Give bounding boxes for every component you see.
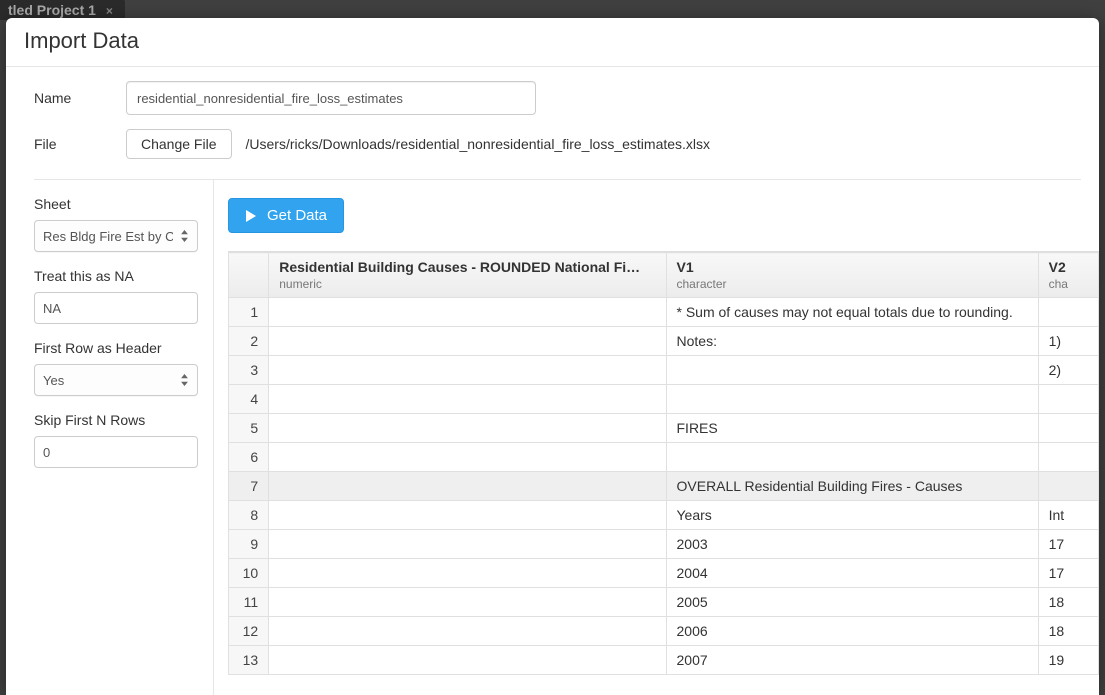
skip-input[interactable] <box>34 436 198 468</box>
preview-panel: Get Data Residential Building Causes - R… <box>214 180 1099 695</box>
table-row[interactable]: 10 200417 <box>229 559 1099 588</box>
file-label: File <box>34 136 126 152</box>
row-number: 9 <box>229 530 269 559</box>
name-label: Name <box>34 90 126 106</box>
table-row[interactable]: 13 200719 <box>229 646 1099 675</box>
name-input[interactable] <box>126 81 536 115</box>
data-preview-table-wrap[interactable]: Residential Building Causes - ROUNDED Na… <box>228 251 1099 695</box>
table-row[interactable]: 6 <box>229 443 1099 472</box>
get-data-button[interactable]: Get Data <box>228 198 344 233</box>
dialog-title: Import Data <box>24 28 1081 54</box>
table-row[interactable]: 12 200618 <box>229 617 1099 646</box>
cell <box>269 443 666 472</box>
row-number: 13 <box>229 646 269 675</box>
cell <box>269 617 666 646</box>
cell: 2004 <box>666 559 1038 588</box>
row-number: 5 <box>229 414 269 443</box>
row-number: 2 <box>229 327 269 356</box>
cell: 18 <box>1038 588 1098 617</box>
dialog-top-form: Name File Change File /Users/ricks/Downl… <box>6 67 1099 179</box>
cell: 18 <box>1038 617 1098 646</box>
column-header[interactable]: V1 character <box>666 253 1038 298</box>
row-number: 11 <box>229 588 269 617</box>
cell <box>269 501 666 530</box>
close-icon: × <box>106 4 113 18</box>
header-label: First Row as Header <box>34 340 199 356</box>
row-number: 3 <box>229 356 269 385</box>
dialog-header: Import Data <box>6 18 1099 67</box>
skip-label: Skip First N Rows <box>34 412 199 428</box>
table-row[interactable]: 2 Notes:1) <box>229 327 1099 356</box>
change-file-button-label: Change File <box>141 136 217 152</box>
cell <box>666 385 1038 414</box>
cell <box>1038 298 1098 327</box>
row-number: 4 <box>229 385 269 414</box>
cell: FIRES <box>666 414 1038 443</box>
table-row[interactable]: 1 * Sum of causes may not equal totals du… <box>229 298 1099 327</box>
cell <box>666 443 1038 472</box>
cell: Int <box>1038 501 1098 530</box>
cell <box>666 356 1038 385</box>
row-number: 7 <box>229 472 269 501</box>
background-tab: tled Project 1 × <box>0 0 125 20</box>
column-header[interactable]: V2 cha <box>1038 253 1098 298</box>
cell: 17 <box>1038 530 1098 559</box>
cell: OVERALL Residential Building Fires - Cau… <box>666 472 1038 501</box>
sheet-label: Sheet <box>34 196 199 212</box>
rownum-header <box>229 253 269 298</box>
cell <box>269 356 666 385</box>
cell: 2007 <box>666 646 1038 675</box>
background-tab-label: tled Project 1 <box>8 2 96 18</box>
table-row[interactable]: 9 200317 <box>229 530 1099 559</box>
cell: * Sum of causes may not equal totals due… <box>666 298 1038 327</box>
header-select[interactable]: Yes <box>34 364 198 396</box>
cell: 2003 <box>666 530 1038 559</box>
cell <box>269 414 666 443</box>
row-number: 12 <box>229 617 269 646</box>
table-row[interactable]: 11 200518 <box>229 588 1099 617</box>
cell: Years <box>666 501 1038 530</box>
row-number: 8 <box>229 501 269 530</box>
cell <box>269 472 666 501</box>
cell <box>269 646 666 675</box>
table-row[interactable]: 5 FIRES <box>229 414 1099 443</box>
table-row[interactable]: 7 OVERALL Residential Building Fires - Ca… <box>229 472 1099 501</box>
row-number: 1 <box>229 298 269 327</box>
table-row[interactable]: 8 YearsInt <box>229 501 1099 530</box>
cell <box>269 530 666 559</box>
cell: 2) <box>1038 356 1098 385</box>
cell: 17 <box>1038 559 1098 588</box>
play-icon <box>245 209 257 223</box>
cell: 2006 <box>666 617 1038 646</box>
sheet-select[interactable]: Res Bldg Fire Est by Cau <box>34 220 198 252</box>
file-path: /Users/ricks/Downloads/residential_nonre… <box>246 136 711 152</box>
column-header[interactable]: Residential Building Causes - ROUNDED Na… <box>269 253 666 298</box>
cell <box>269 588 666 617</box>
import-data-dialog: Import Data Name File Change File /Users… <box>6 18 1099 695</box>
cell <box>1038 414 1098 443</box>
cell: 2005 <box>666 588 1038 617</box>
na-input[interactable] <box>34 292 198 324</box>
row-number: 10 <box>229 559 269 588</box>
cell: Notes: <box>666 327 1038 356</box>
cell <box>1038 443 1098 472</box>
data-preview-table: Residential Building Causes - ROUNDED Na… <box>228 252 1099 675</box>
cell <box>269 327 666 356</box>
get-data-button-label: Get Data <box>267 207 327 224</box>
table-row[interactable]: 3 2) <box>229 356 1099 385</box>
cell <box>1038 385 1098 414</box>
cell: 19 <box>1038 646 1098 675</box>
change-file-button[interactable]: Change File <box>126 129 232 159</box>
table-row[interactable]: 4 <box>229 385 1099 414</box>
na-label: Treat this as NA <box>34 268 199 284</box>
cell <box>269 559 666 588</box>
import-options-panel: Sheet Res Bldg Fire Est by Cau Treat thi… <box>6 180 214 695</box>
cell: 1) <box>1038 327 1098 356</box>
cell <box>269 385 666 414</box>
row-number: 6 <box>229 443 269 472</box>
cell <box>1038 472 1098 501</box>
cell <box>269 298 666 327</box>
